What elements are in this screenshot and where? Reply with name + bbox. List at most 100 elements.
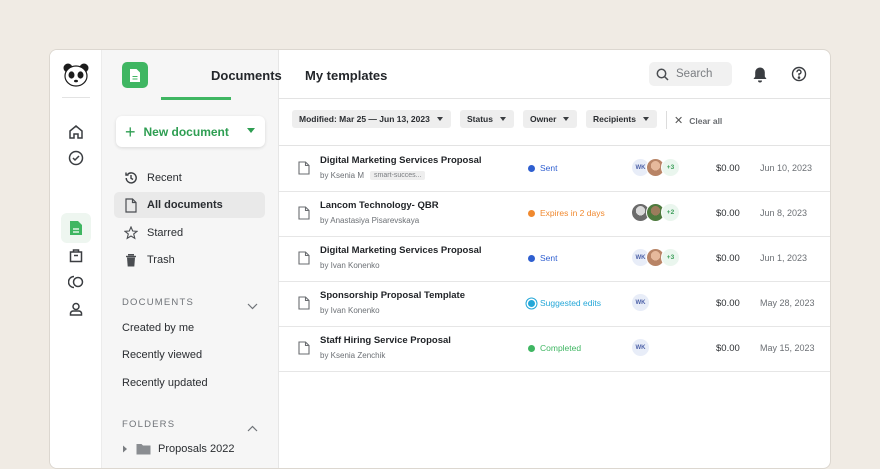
document-date: Jun 1, 2023 [760, 253, 808, 263]
check-circle-icon[interactable] [64, 146, 88, 170]
sidebar-item-label: Starred [147, 227, 184, 239]
avatar: WK [631, 338, 650, 357]
caret-down-icon [499, 117, 506, 121]
recipients[interactable]: WK +3 [631, 248, 680, 267]
trash-icon [126, 254, 136, 267]
sidebar-item-trash[interactable]: Trash [114, 247, 265, 273]
status-badge: Expires in 2 days [528, 208, 605, 218]
owner-label: by Ivan Konenko [320, 306, 380, 315]
workspace-tag: smart-succes... [370, 171, 426, 180]
table-row[interactable]: Digital Marketing Services Proposal by I… [279, 237, 830, 282]
help-icon[interactable] [791, 66, 807, 87]
document-title[interactable]: Digital Marketing Services Proposal [320, 155, 482, 166]
document-outline-icon [298, 251, 310, 265]
caret-down-icon [436, 117, 443, 121]
documents-section-heading: DOCUMENTS [122, 297, 195, 308]
sidebar-item-recently-viewed[interactable]: Recently viewed [122, 349, 202, 361]
contacts-icon[interactable] [64, 270, 88, 294]
status-badge: Suggested edits [528, 298, 601, 308]
modified-date-filter[interactable]: Modified: Mar 25 — Jun 13, 2023 [292, 110, 451, 128]
document-title[interactable]: Staff Hiring Service Proposal [320, 335, 451, 346]
filter-divider [666, 111, 667, 129]
filter-bar: Modified: Mar 25 — Jun 13, 2023 Status O… [279, 99, 830, 146]
icon-rail [50, 50, 102, 468]
recipients[interactable]: +2 [631, 203, 680, 222]
document-date: Jun 8, 2023 [760, 208, 808, 218]
owner-label: by Ksenia M [320, 171, 365, 180]
close-icon: ✕ [674, 115, 684, 127]
user-icon[interactable] [64, 297, 88, 321]
document-outline-icon [298, 161, 310, 175]
document-amount: $0.00 [716, 253, 740, 264]
sidebar-item-label: All documents [147, 199, 223, 211]
document-date: Jun 10, 2023 [760, 163, 813, 173]
tab-documents[interactable]: Documents [211, 68, 282, 83]
status-label: Sent [540, 163, 558, 173]
more-recipients-badge: +2 [661, 203, 680, 222]
search-icon [656, 68, 669, 81]
status-filter[interactable]: Status [460, 110, 514, 128]
chip-label: Recipients [593, 114, 636, 124]
folder-item-proposals-2022[interactable]: Proposals 2022 [122, 443, 234, 455]
plus-icon: + [125, 121, 136, 142]
status-dot [528, 164, 535, 172]
sidebar: + New document Recent All documents Star… [102, 50, 279, 468]
main-content: Documents My templates Search Modified: … [161, 50, 830, 468]
chevron-up-icon[interactable] [247, 419, 258, 437]
chevron-down-icon[interactable] [247, 297, 258, 315]
document-owner: by Ksenia M smart-succes... [320, 171, 426, 180]
more-recipients-badge: +3 [661, 248, 680, 267]
document-title[interactable]: Lancom Technology- QBR [320, 200, 439, 211]
search-input[interactable]: Search [649, 62, 732, 86]
documents-app-icon[interactable] [122, 62, 148, 88]
chevron-right-icon[interactable] [122, 445, 128, 453]
clear-all-label: Clear all [689, 115, 723, 126]
caret-down-icon [643, 117, 649, 121]
chip-label: Status [467, 114, 493, 124]
document-amount: $0.00 [716, 208, 740, 219]
clear-all-button[interactable]: ✕ Clear all [674, 114, 722, 127]
recipients-filter[interactable]: Recipients [586, 110, 657, 128]
status-label: Expires in 2 days [540, 208, 605, 218]
document-icon[interactable] [61, 213, 91, 243]
document-owner: by Ivan Konenko [320, 306, 380, 315]
app-window: + New document Recent All documents Star… [49, 49, 831, 469]
panda-logo-icon[interactable] [62, 62, 90, 88]
folders-section-heading: FOLDERS [122, 419, 176, 430]
status-badge: Completed [528, 343, 581, 353]
bell-icon[interactable] [752, 66, 768, 88]
recipients[interactable]: WK +3 [631, 158, 680, 177]
sidebar-item-starred[interactable]: Starred [114, 220, 265, 246]
tab-my-templates[interactable]: My templates [305, 68, 387, 83]
document-amount: $0.00 [716, 163, 740, 174]
sidebar-item-recent[interactable]: Recent [114, 165, 265, 191]
home-icon[interactable] [64, 120, 88, 144]
recipients[interactable]: WK [631, 293, 650, 312]
sidebar-item-created-by-me[interactable]: Created by me [122, 322, 194, 334]
document-amount: $0.00 [716, 343, 740, 354]
document-outline-icon [298, 296, 310, 310]
status-badge: Sent [528, 253, 558, 263]
sidebar-item-recently-updated[interactable]: Recently updated [122, 377, 208, 389]
status-label: Sent [540, 253, 558, 263]
document-title[interactable]: Sponsorship Proposal Template [320, 290, 465, 301]
chevron-down-icon[interactable] [247, 128, 255, 133]
owner-label: by Ksenia Zenchik [320, 351, 386, 360]
table-row[interactable]: Sponsorship Proposal Template by Ivan Ko… [279, 282, 830, 327]
document-amount: $0.00 [716, 298, 740, 309]
active-tab-indicator [161, 97, 231, 100]
recipients[interactable]: WK [631, 338, 650, 357]
sidebar-item-all-documents[interactable]: All documents [114, 192, 265, 218]
shopping-bag-icon[interactable] [64, 243, 88, 267]
rail-divider [62, 97, 90, 98]
owner-filter[interactable]: Owner [523, 110, 578, 128]
table-row[interactable]: Digital Marketing Services Proposal by K… [279, 147, 830, 192]
new-document-label: New document [143, 124, 229, 139]
table-row[interactable]: Lancom Technology- QBR by Anastasiya Pis… [279, 192, 830, 237]
document-outline-icon [125, 197, 137, 213]
table-row[interactable]: Staff Hiring Service Proposal by Ksenia … [279, 327, 830, 372]
document-title[interactable]: Digital Marketing Services Proposal [320, 245, 482, 256]
new-document-button[interactable]: + New document [116, 116, 265, 147]
document-outline-icon [298, 206, 310, 220]
more-recipients-badge: +3 [661, 158, 680, 177]
